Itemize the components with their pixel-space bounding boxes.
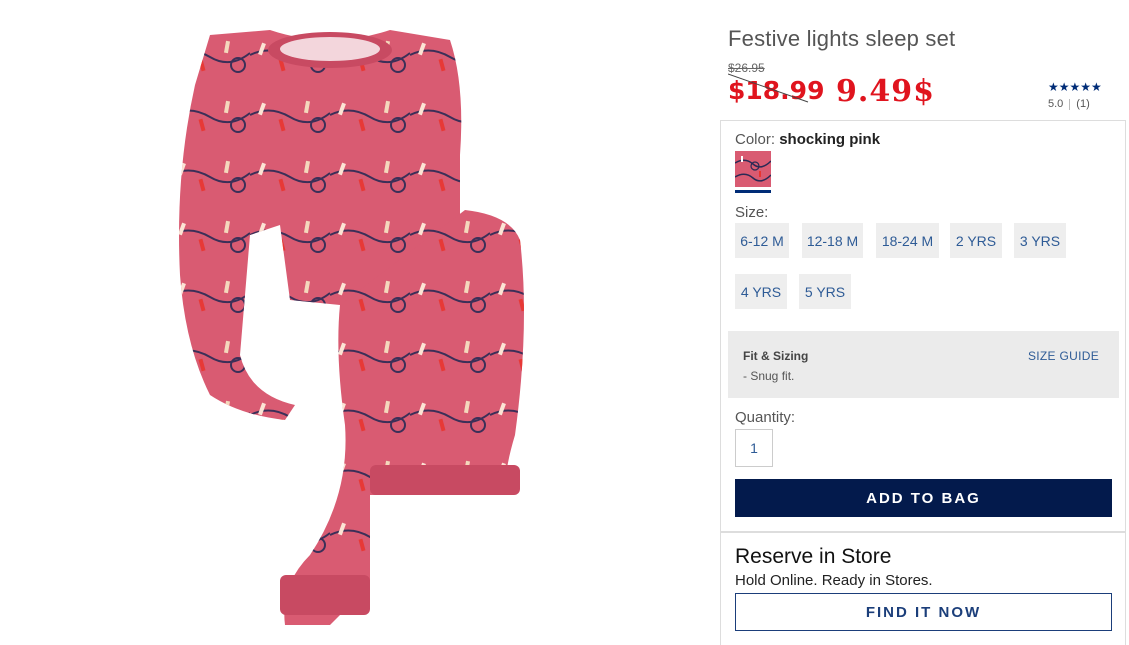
size-option-3yrs[interactable]: 3 YRS	[1014, 223, 1066, 258]
promo-price: 9.49$	[836, 74, 935, 109]
color-value: shocking pink	[779, 131, 881, 148]
quantity-input[interactable]: 1	[735, 429, 773, 467]
reserve-in-store-subtitle: Hold Online. Ready in Stores.	[735, 572, 933, 589]
size-guide-link[interactable]: SIZE GUIDE	[1028, 349, 1099, 363]
size-option-18-24m[interactable]: 18-24 M	[876, 223, 939, 258]
rating-score: 5.0	[1048, 98, 1064, 110]
size-option-4yrs[interactable]: 4 YRS	[735, 274, 787, 309]
color-label: Color: shocking pink	[735, 131, 880, 148]
product-image[interactable]	[170, 25, 550, 635]
size-option-2yrs[interactable]: 2 YRS	[950, 223, 1002, 258]
product-title: Festive lights sleep set	[728, 26, 956, 51]
rating-meta: 5.0 (1)	[1048, 98, 1118, 110]
product-image-area	[0, 0, 720, 645]
sale-price: $18.99	[728, 76, 825, 105]
reserve-in-store-title: Reserve in Store	[735, 545, 892, 568]
rating[interactable]: ★★★★★ 5.0 (1)	[1048, 80, 1118, 110]
size-option-5yrs[interactable]: 5 YRS	[799, 274, 851, 309]
swatch-selected-indicator	[735, 190, 771, 193]
swatch-pattern-icon	[735, 156, 771, 182]
color-label-text: Color:	[735, 131, 776, 148]
color-swatch-shocking-pink[interactable]	[735, 151, 771, 187]
original-price: $26.95	[728, 61, 765, 75]
add-to-bag-button[interactable]: ADD TO BAG	[735, 479, 1112, 517]
find-it-now-button[interactable]: FIND IT NOW	[735, 593, 1112, 631]
rating-count[interactable]: (1)	[1076, 98, 1089, 110]
rating-divider	[1069, 98, 1071, 110]
quantity-label: Quantity:	[735, 409, 796, 426]
size-option-6-12m[interactable]: 6-12 M	[735, 223, 789, 258]
fit-sizing-title: Fit & Sizing	[743, 349, 809, 363]
fit-sizing-note: - Snug fit.	[743, 369, 795, 383]
fit-sizing-box: Fit & Sizing - Snug fit. SIZE GUIDE	[728, 331, 1119, 398]
size-option-12-18m[interactable]: 12-18 M	[802, 223, 863, 258]
purchase-panel	[720, 120, 1126, 533]
size-label: Size:	[735, 204, 769, 221]
rating-stars: ★★★★★	[1048, 80, 1102, 94]
